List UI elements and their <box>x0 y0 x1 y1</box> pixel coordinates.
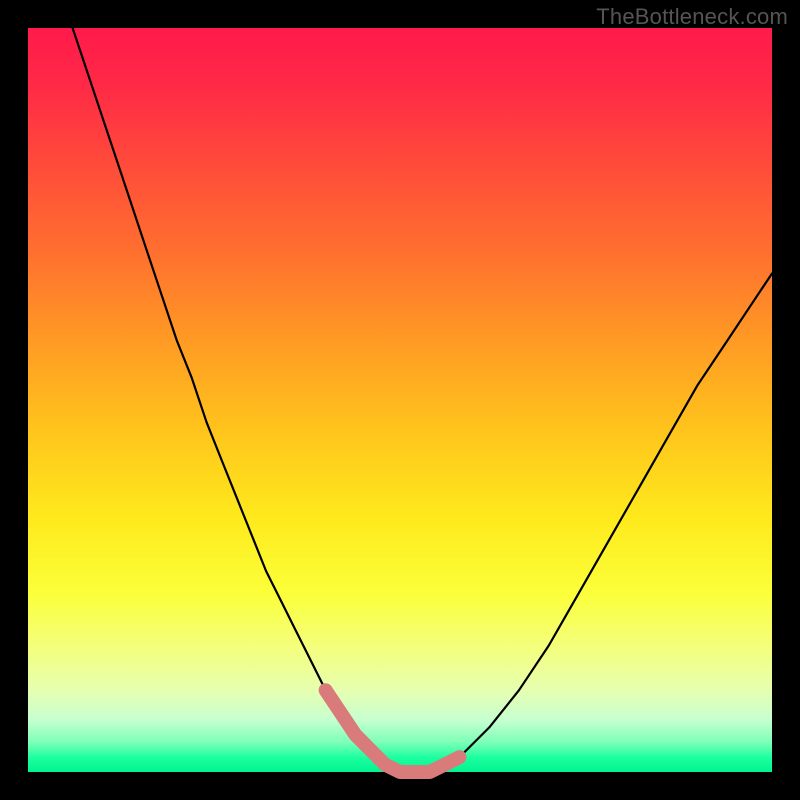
curve-svg <box>28 28 772 772</box>
watermark-text: TheBottleneck.com <box>596 4 788 30</box>
plot-area <box>28 28 772 772</box>
bottleneck-curve <box>73 28 772 772</box>
bottleneck-highlight <box>326 690 460 772</box>
chart-frame: TheBottleneck.com <box>0 0 800 800</box>
